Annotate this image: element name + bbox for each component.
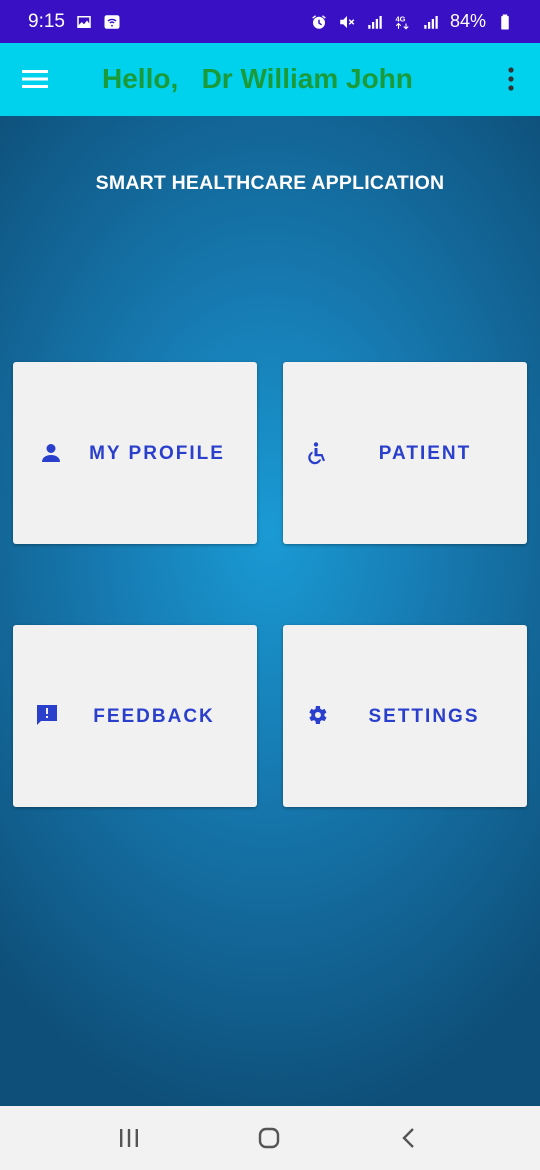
back-icon[interactable] — [396, 1126, 422, 1150]
signal-icon — [366, 13, 384, 31]
alarm-icon — [310, 13, 328, 31]
signal-icon — [422, 13, 440, 31]
patient-button[interactable]: PATIENT — [283, 362, 527, 544]
feedback-button[interactable]: FEEDBACK — [13, 625, 257, 807]
mute-icon — [338, 13, 356, 31]
battery-icon — [496, 13, 514, 31]
app-bar: Hello, Dr William John — [0, 43, 540, 116]
status-bar-left: 9:15 — [28, 11, 121, 33]
svg-text:4G: 4G — [395, 14, 405, 23]
patient-label: PATIENT — [378, 443, 472, 464]
home-icon[interactable] — [256, 1126, 282, 1150]
greeting-title: Hello, Dr William John — [102, 63, 413, 94]
settings-label: SETTINGS — [368, 706, 480, 727]
settings-button[interactable]: SETTINGS — [283, 625, 527, 807]
4g-icon: 4G — [394, 13, 412, 31]
system-nav-bar — [0, 1106, 540, 1170]
more-vertical-icon[interactable] — [500, 65, 522, 93]
feedback-label: FEEDBACK — [93, 706, 215, 727]
recent-apps-icon[interactable] — [116, 1126, 142, 1150]
app-title: SMART HEALTHCARE APPLICATION — [95, 172, 445, 194]
status-bar-right: 4G 84% — [310, 11, 514, 32]
gallery-icon — [75, 13, 93, 31]
wifi-icon — [103, 13, 121, 31]
my-profile-label: MY PROFILE — [89, 443, 225, 464]
status-bar: 9:15 4G 84% — [0, 0, 540, 43]
status-time: 9:15 — [28, 10, 65, 32]
main-content: SMART HEALTHCARE APPLICATION MY PROFILE … — [0, 116, 540, 1106]
my-profile-button[interactable]: MY PROFILE — [13, 362, 257, 544]
hamburger-menu-icon[interactable] — [22, 67, 50, 91]
screen: 9:15 4G 84% Hello, Dr William John SMART… — [0, 0, 540, 1170]
battery-percent: 84% — [449, 11, 486, 31]
